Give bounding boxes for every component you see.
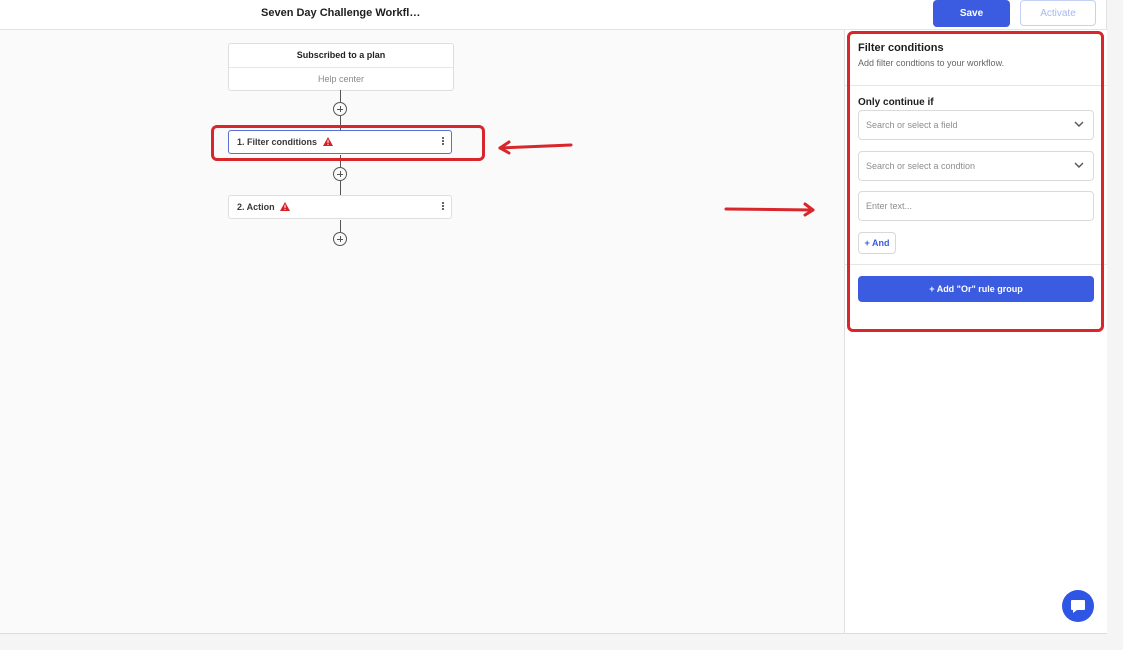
annotation-arrow-right — [724, 202, 815, 217]
annotation-arrows — [498, 140, 815, 217]
annotation-arrow-left — [498, 140, 573, 155]
